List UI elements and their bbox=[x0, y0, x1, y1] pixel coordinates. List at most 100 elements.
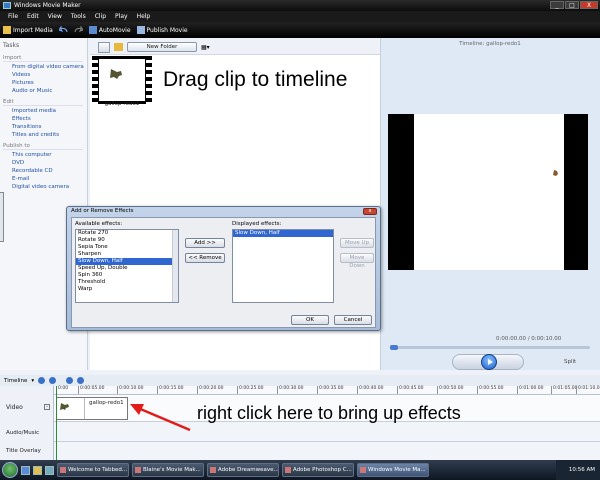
effect-item[interactable]: Rotate 90 bbox=[76, 237, 178, 244]
task-videos[interactable]: Videos bbox=[3, 71, 84, 79]
play-timeline-icon[interactable] bbox=[77, 377, 85, 384]
quicklaunch-icon[interactable] bbox=[45, 465, 54, 475]
tasks-heading: Tasks bbox=[3, 42, 20, 49]
zoom-in-icon[interactable] bbox=[49, 377, 57, 384]
menu-edit[interactable]: Edit bbox=[27, 11, 39, 22]
undo-button[interactable] bbox=[58, 26, 68, 34]
window-title: Windows Movie Maker bbox=[14, 2, 81, 9]
quicklaunch-icon[interactable] bbox=[21, 465, 30, 475]
close-button[interactable]: X bbox=[580, 1, 598, 9]
effect-item[interactable]: Speed Up, Double bbox=[76, 265, 178, 272]
redo-button[interactable] bbox=[74, 26, 83, 34]
cancel-button[interactable]: Cancel bbox=[334, 315, 372, 325]
task-email[interactable]: E-mail bbox=[3, 175, 84, 183]
remove-effect-button[interactable]: << Remove bbox=[185, 253, 225, 263]
collection-toolbar: New Folder ▦▾ bbox=[98, 41, 210, 53]
displayed-effects-label: Displayed effects: bbox=[232, 221, 282, 227]
task-titles-credits[interactable]: Titles and credits bbox=[3, 131, 84, 139]
show-pane-button[interactable] bbox=[98, 41, 110, 53]
effect-item[interactable]: Threshold bbox=[76, 279, 178, 286]
displayed-effects-list[interactable]: Slow Down, Half bbox=[232, 229, 334, 303]
add-effect-button[interactable]: Add >> bbox=[185, 238, 225, 248]
taskbar-button[interactable]: Adobe Dreamweave... bbox=[207, 463, 279, 477]
play-button[interactable] bbox=[481, 354, 497, 370]
preview-monitor bbox=[388, 114, 588, 270]
maximize-button[interactable]: □ bbox=[565, 1, 579, 9]
start-button[interactable] bbox=[2, 462, 18, 478]
effect-item-selected[interactable]: Slow Down, Half bbox=[76, 258, 178, 265]
task-digital-camera[interactable]: Digital video camera bbox=[3, 183, 84, 191]
split-button[interactable]: Split bbox=[564, 359, 576, 365]
ruler-tick: 0:01:00.00 bbox=[517, 386, 544, 394]
task-transitions[interactable]: Transitions bbox=[3, 123, 84, 131]
menu-play[interactable]: Play bbox=[115, 11, 128, 22]
effect-item[interactable]: Rotate 270 bbox=[76, 230, 178, 237]
import-media-button[interactable]: Import Media bbox=[3, 26, 53, 34]
menu-file[interactable]: File bbox=[8, 11, 18, 22]
dialog-close-button[interactable]: x bbox=[363, 208, 377, 215]
menu-tools[interactable]: Tools bbox=[71, 11, 86, 22]
menu-clip[interactable]: Clip bbox=[95, 11, 106, 22]
new-folder-dropdown[interactable]: New Folder bbox=[127, 42, 197, 52]
taskbar-button[interactable]: Blaine's Movie Mak... bbox=[132, 463, 204, 477]
effect-item[interactable]: Sepia Tone bbox=[76, 244, 178, 251]
taskbar-button[interactable]: Welcome to Tabbed... bbox=[57, 463, 129, 477]
task-dvd[interactable]: DVD bbox=[3, 159, 84, 167]
timeline-toolbar: Timeline ▾ bbox=[0, 375, 600, 386]
clock[interactable]: 10:56 AM bbox=[569, 467, 595, 473]
zoom-out-icon[interactable] bbox=[38, 377, 46, 384]
undo-icon bbox=[58, 26, 68, 33]
window-titlebar: Windows Movie Maker _ □ X bbox=[0, 0, 600, 11]
minimize-button[interactable]: _ bbox=[550, 1, 564, 9]
title-overlay-track[interactable] bbox=[54, 442, 600, 460]
ruler-tick: 0:00:45.00 bbox=[397, 386, 424, 394]
expand-video-icon[interactable]: - bbox=[44, 404, 50, 410]
ruler-tick: 0:00 bbox=[56, 386, 68, 394]
publish-movie-button[interactable]: Publish Movie bbox=[136, 26, 188, 34]
timeline-view-dropdown[interactable]: Timeline bbox=[4, 378, 27, 384]
edit-section-title: Edit bbox=[3, 99, 83, 106]
ruler-tick: 0:01:10.00 bbox=[576, 386, 600, 394]
quicklaunch-icon[interactable] bbox=[33, 465, 42, 475]
view-options-icon[interactable]: ▦▾ bbox=[201, 44, 210, 51]
effects-dialog: Add or Remove Effects x Available effect… bbox=[66, 206, 381, 331]
taskbar-button-active[interactable]: Windows Movie Ma... bbox=[357, 463, 429, 477]
clip-name: gallop-redo1 bbox=[104, 101, 140, 107]
system-tray: 10:56 AM bbox=[556, 460, 600, 480]
task-effects[interactable]: Effects bbox=[3, 115, 84, 123]
task-this-computer[interactable]: This computer bbox=[3, 151, 84, 159]
task-recordable-cd[interactable]: Recordable CD bbox=[3, 167, 84, 175]
main-toolbar: Import Media AutoMovie Publish Movie bbox=[0, 22, 600, 38]
effect-item[interactable]: Spin 360 bbox=[76, 272, 178, 279]
ruler-tick: 0:00:25.00 bbox=[237, 386, 264, 394]
timeline-clip[interactable]: gallop-redo1 bbox=[56, 397, 128, 420]
automovie-button[interactable]: AutoMovie bbox=[88, 26, 131, 34]
move-up-button[interactable]: Move Up bbox=[340, 238, 374, 248]
available-effects-list[interactable]: Rotate 270 Rotate 90 Sepia Tone Sharpen … bbox=[75, 229, 179, 303]
task-imported-media[interactable]: Imported media bbox=[3, 107, 84, 115]
effect-item[interactable]: Sharpen bbox=[76, 251, 178, 258]
menu-view[interactable]: View bbox=[48, 11, 62, 22]
taskbar-button[interactable]: Adobe Photoshop C... bbox=[282, 463, 354, 477]
ok-button[interactable]: OK bbox=[291, 315, 329, 325]
playhead[interactable] bbox=[56, 386, 57, 460]
menu-help[interactable]: Help bbox=[137, 11, 151, 22]
timeline-ruler[interactable]: 0:00 0:00:05.00 0:00:10.00 0:00:15.00 0:… bbox=[54, 386, 600, 395]
publish-section-title: Publish to bbox=[3, 143, 83, 150]
ruler-tick: 0:00:30.00 bbox=[277, 386, 304, 394]
task-from-camera[interactable]: From digital video camera bbox=[3, 63, 84, 71]
clip-thumbnail[interactable] bbox=[92, 56, 152, 104]
task-audio-music[interactable]: Audio or Music bbox=[3, 87, 84, 95]
folder-icon[interactable] bbox=[114, 43, 123, 51]
move-down-button[interactable]: Move Down bbox=[340, 253, 374, 269]
effect-item[interactable]: Warp bbox=[76, 286, 178, 293]
red-arrow-annotation bbox=[130, 404, 191, 432]
seek-bar[interactable] bbox=[390, 345, 590, 350]
preview-title: Timeline: gallop-redo1 bbox=[459, 41, 521, 47]
rewind-icon[interactable] bbox=[66, 377, 74, 384]
seek-thumb[interactable] bbox=[390, 345, 398, 350]
available-list-scrollbar[interactable] bbox=[172, 230, 178, 302]
displayed-effect-item[interactable]: Slow Down, Half bbox=[233, 230, 333, 237]
task-pictures[interactable]: Pictures bbox=[3, 79, 84, 87]
chevron-down-icon[interactable]: ▾ bbox=[31, 378, 34, 384]
